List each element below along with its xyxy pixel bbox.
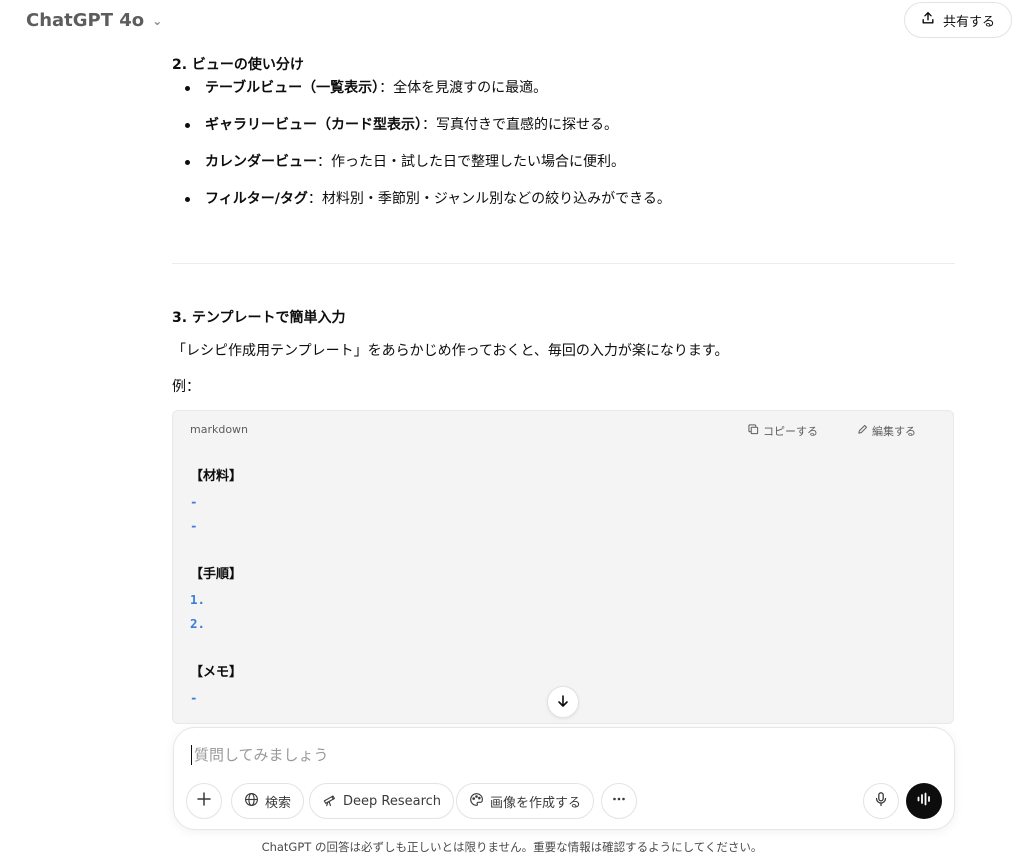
share-label: 共有する [942, 14, 995, 30]
conversation-content: 2. ビューの使い分け テーブルビュー（一覧表示）：全体を見渡すのに最適。 ギャ… [172, 44, 955, 734]
copy-button[interactable]: コピーする [748, 423, 818, 439]
code-heading: 【メモ】 [190, 665, 243, 680]
item-text: ：写真付きで直感的に探せる。 [422, 117, 618, 133]
code-block: markdown コピーする 編集する 【材料】 - - 【手順】 1. 2. … [172, 410, 954, 724]
create-image-label: 画像を作成する [490, 795, 582, 811]
list-item: ギャラリービュー（カード型表示）：写真付きで直感的に探せる。 [172, 115, 671, 152]
code-marker: 2. [190, 616, 206, 631]
code-language: markdown [190, 423, 249, 436]
model-name: ChatGPT 4o [26, 10, 145, 31]
list-item: フィルター/タグ：材料別・季節別・ジャンル別などの絞り込みができる。 [172, 189, 671, 226]
description-text: 「レシピ作成用テンプレート」をあらかじめ作っておくと、毎回の入力が楽になります。 [172, 343, 729, 359]
message-composer: 質問してみましょう 検索 Deep Research 画像を作成する [173, 727, 955, 830]
pencil-icon [857, 424, 868, 438]
ellipsis-icon [611, 791, 627, 811]
deep-research-button[interactable]: Deep Research [309, 783, 455, 819]
chevron-down-icon: ⌄ [152, 13, 163, 28]
divider [172, 263, 955, 264]
section-heading: 3. テンプレートで簡単入力 [172, 310, 346, 326]
upload-icon [921, 11, 935, 29]
voice-mode-button[interactable] [906, 783, 942, 819]
code-marker: - [190, 689, 198, 705]
view-list: テーブルビュー（一覧表示）：全体を見渡すのに最適。 ギャラリービュー（カード型表… [172, 78, 671, 226]
item-text: ：作った日・試した日で整理したい場合に便利。 [317, 154, 625, 170]
plus-icon [196, 791, 212, 811]
item-bold: ギャラリービュー（カード型表示） [205, 117, 422, 133]
search-button[interactable]: 検索 [231, 783, 305, 819]
model-selector[interactable]: ChatGPT 4o ⌄ [26, 10, 162, 31]
deep-research-label: Deep Research [343, 793, 442, 809]
edit-button[interactable]: 編集する [857, 423, 916, 439]
share-button[interactable]: 共有する [903, 2, 1012, 38]
list-item: テーブルビュー（一覧表示）：全体を見渡すのに最適。 [172, 78, 671, 115]
create-image-button[interactable]: 画像を作成する [456, 783, 595, 819]
telescope-icon [322, 792, 337, 811]
item-text: ：全体を見渡すのに最適。 [379, 80, 548, 96]
code-marker: 1. [190, 591, 206, 607]
palette-icon [469, 792, 484, 811]
scroll-down-button[interactable] [547, 686, 579, 718]
mic-icon [873, 791, 889, 811]
code-heading: 【手順】 [190, 567, 243, 582]
add-button[interactable] [186, 783, 222, 819]
item-bold: カレンダービュー [205, 154, 317, 170]
message-input[interactable]: 質問してみましょう [191, 745, 329, 765]
example-label: 例： [172, 379, 200, 395]
search-label: 検索 [265, 795, 292, 811]
code-marker: - [190, 518, 198, 533]
copy-icon [748, 424, 759, 438]
copy-label: コピーする [763, 425, 818, 438]
code-heading: 【材料】 [190, 469, 243, 484]
item-text: ：材料別・季節別・ジャンル別などの絞り込みができる。 [307, 191, 671, 207]
waveform-icon [915, 790, 933, 812]
item-bold: テーブルビュー（一覧表示） [205, 80, 380, 96]
item-bold: フィルター/タグ [205, 191, 308, 207]
section-heading: 2. ビューの使い分け [172, 57, 304, 73]
code-marker: - [190, 493, 198, 509]
more-options-button[interactable] [601, 783, 637, 819]
arrow-down-icon [556, 693, 570, 712]
code-lines: 【材料】 - - 【手順】 1. 2. 【メモ】 - [190, 465, 242, 710]
top-bar: ChatGPT 4o ⌄ 共有する [0, 0, 1024, 44]
disclaimer-text: ChatGPT の回答は必ずしも正しいとは限りません。重要な情報は確認するように… [261, 840, 763, 854]
edit-label: 編集する [872, 425, 916, 438]
globe-icon [244, 792, 259, 811]
list-item: カレンダービュー：作った日・試した日で整理したい場合に便利。 [172, 152, 671, 189]
dictate-button[interactable] [863, 783, 899, 819]
